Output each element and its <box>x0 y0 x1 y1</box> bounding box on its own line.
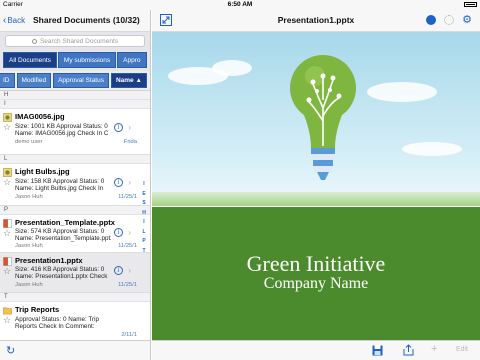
cloud <box>402 142 462 156</box>
file-name: Light Bulbs.jpg <box>15 167 70 176</box>
filter-segments: All Documents My submissions Appro <box>0 50 150 71</box>
file-details: Name: Light Bulbs.jpg Check In <box>15 185 104 192</box>
document-list-panel: ‹Back Shared Documents (10/32) Search Sh… <box>0 10 151 360</box>
modified-date: 11/25/1 <box>118 243 137 249</box>
list-item[interactable]: ☆ IMAG0056.jpg Size: 1001 KB Approval St… <box>0 109 150 155</box>
modified-by: Jason Huh <box>15 243 43 249</box>
chevron-right-icon: › <box>128 178 131 187</box>
search-input[interactable]: Search Shared Documents <box>5 35 145 47</box>
segment-approval[interactable]: Appro <box>117 52 147 68</box>
sort-name-button[interactable]: Name ▲ <box>110 73 147 88</box>
spinner-icon <box>444 15 454 25</box>
left-toolbar: ↻ <box>0 340 150 360</box>
viewer-toolbar: + Edit <box>152 340 480 360</box>
star-icon[interactable]: ☆ <box>3 178 11 187</box>
folder-details: Approval Status: 0 Name: Trip <box>15 316 99 323</box>
modified-date: 11/25/1 <box>118 282 137 288</box>
pptx-file-icon <box>3 219 12 228</box>
info-icon[interactable]: i <box>114 123 123 132</box>
lightbulb-icon <box>290 55 356 180</box>
viewer-nav-bar: Presentation1.pptx ⚙ <box>152 10 480 32</box>
info-icon[interactable]: i <box>114 228 123 237</box>
left-nav-bar: ‹Back Shared Documents (10/32) <box>0 10 150 32</box>
refresh-icon[interactable]: ↻ <box>6 344 15 357</box>
file-name: IMAG0056.jpg <box>15 112 65 121</box>
modified-by: Jason Huh <box>15 194 43 200</box>
clock: 6:50 AM <box>227 1 253 8</box>
chevron-right-icon: › <box>128 228 131 237</box>
file-details: Name: IMAG0056.jpg Check In C <box>15 130 109 137</box>
search-bar: Search Shared Documents <box>0 32 150 50</box>
slide-preview: Green Initiative Company Name <box>152 32 480 350</box>
image-file-icon <box>3 113 12 122</box>
section-header-t: T <box>0 293 150 302</box>
modified-date: Frida <box>123 139 137 145</box>
sort-modified-button[interactable]: Modified <box>16 73 52 88</box>
chevron-right-icon: › <box>128 123 131 132</box>
section-header-l: L <box>0 155 150 164</box>
folder-icon <box>3 307 12 315</box>
image-file-icon <box>3 168 12 177</box>
gear-icon[interactable]: ⚙ <box>462 13 472 26</box>
chevron-right-icon: › <box>128 266 131 275</box>
back-button[interactable]: ‹Back <box>3 15 25 26</box>
section-header-h: H <box>0 91 150 100</box>
pptx-file-icon <box>3 257 12 266</box>
sort-bar: ID Modified Approval Status Name ▲ <box>0 71 150 91</box>
globe-icon[interactable] <box>426 15 436 25</box>
segment-my-submissions[interactable]: My submissions <box>57 52 117 68</box>
file-details: Name: Presentation_Template.pptx <box>15 235 111 242</box>
file-details: Size: 416 KB Approval Status: 0 <box>15 266 105 273</box>
list-item[interactable]: ☆ Light Bulbs.jpg Size: 158 KB Approval … <box>0 164 150 206</box>
info-icon[interactable]: i <box>114 266 123 275</box>
segment-all-documents[interactable]: All Documents <box>3 52 57 68</box>
file-details: Size: 1001 KB Approval Status: 0 <box>15 123 108 130</box>
save-icon[interactable] <box>372 345 383 356</box>
star-icon[interactable]: ☆ <box>3 316 11 325</box>
list-item-selected[interactable]: ☆ Presentation1.pptx Size: 416 KB Approv… <box>0 253 150 293</box>
star-icon[interactable]: ☆ <box>3 123 11 132</box>
list-item[interactable]: ☆ Trip Reports Approval Status: 0 Name: … <box>0 302 150 342</box>
modified-date: 11/25/1 <box>118 194 137 200</box>
search-icon <box>31 38 37 44</box>
modified-by: demo user <box>15 139 43 145</box>
info-icon[interactable]: i <box>114 178 123 187</box>
folder-details: Reports Check In Comment: <box>15 323 95 330</box>
list-item[interactable]: ☆ Presentation_Template.pptx Size: 574 K… <box>0 215 150 253</box>
sort-id-button[interactable]: ID <box>0 73 15 88</box>
modified-date: 2/11/1 <box>121 332 137 338</box>
status-bar: Carrier 6:50 AM <box>0 0 480 10</box>
battery-icon <box>462 1 477 8</box>
file-name: Presentation1.pptx <box>15 256 83 265</box>
slide-subtitle: Company Name <box>263 275 369 292</box>
star-icon[interactable]: ☆ <box>3 229 11 238</box>
file-details: Size: 574 KB Approval Status: 0 <box>15 228 105 235</box>
folder-name: Trip Reports <box>15 305 60 314</box>
star-icon[interactable]: ☆ <box>3 267 11 276</box>
cloud <box>212 60 252 76</box>
cloud <box>367 82 437 102</box>
file-details: Size: 158 KB Approval Status: 0 <box>15 178 105 185</box>
file-name: Presentation_Template.pptx <box>15 218 115 227</box>
share-icon[interactable] <box>403 344 414 356</box>
document-viewer: Presentation1.pptx ⚙ Green Initiative Co… <box>152 10 480 360</box>
sort-approval-status-button[interactable]: Approval Status <box>53 73 109 88</box>
slide-title: Green Initiative <box>246 251 386 276</box>
library-title: Shared Documents (10/32) <box>33 15 140 25</box>
document-list: H I ☆ IMAG0056.jpg Size: 1001 KB Approva… <box>0 91 150 346</box>
add-icon[interactable]: + <box>431 343 437 355</box>
modified-by: Jason Huh <box>15 282 43 288</box>
edit-button[interactable]: Edit <box>456 346 468 353</box>
section-header-p: P <box>0 206 150 215</box>
section-header-i: I <box>0 100 150 109</box>
back-chevron-icon: ‹ <box>3 15 7 26</box>
section-index[interactable]: I E S H I L P T <box>140 180 148 256</box>
file-details: Name: Presentation1.pptx Check <box>15 273 108 280</box>
